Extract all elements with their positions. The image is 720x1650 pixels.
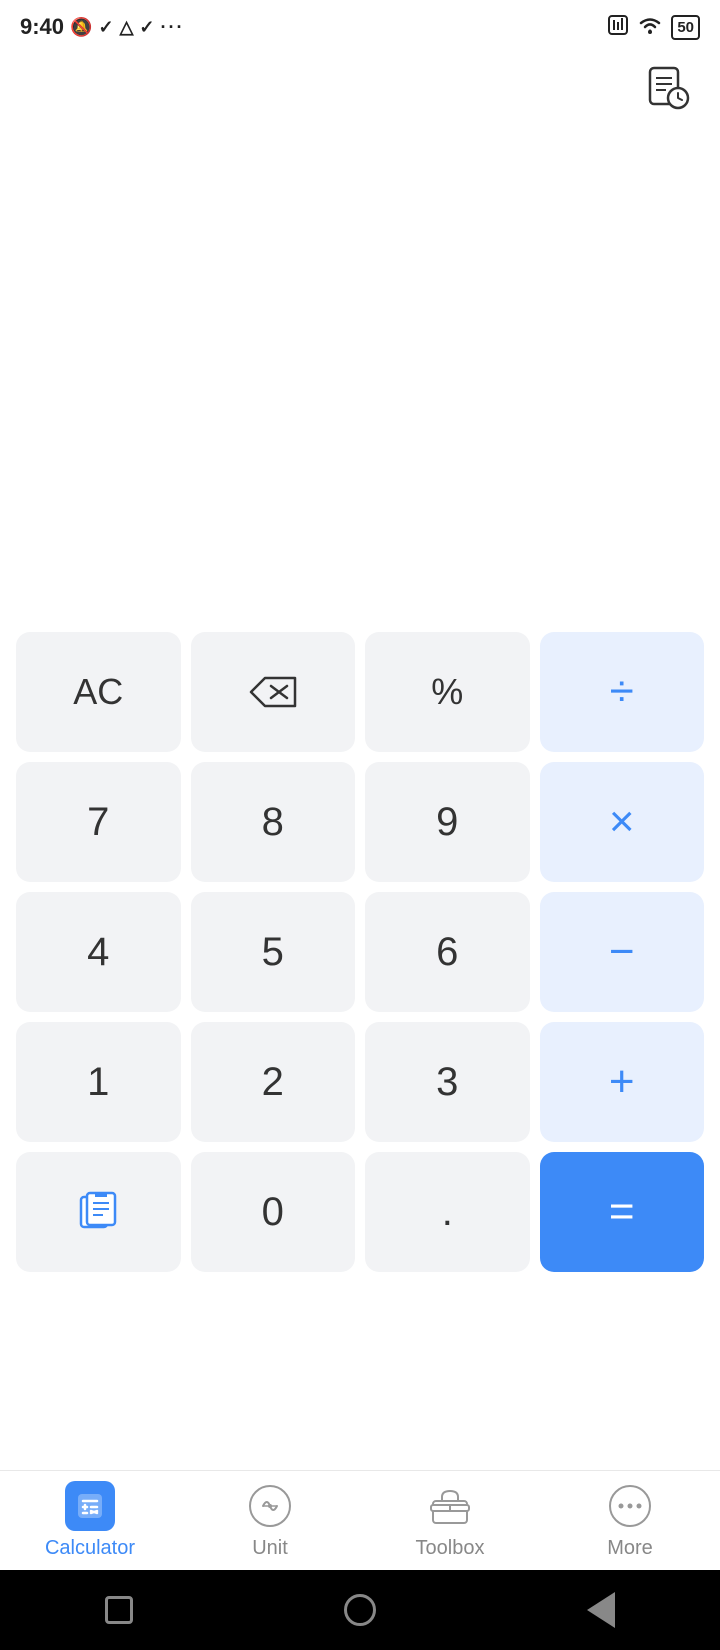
nav-label-unit: Unit (252, 1537, 288, 1560)
vibrate-icon: 🔕 (70, 17, 92, 38)
key-equals[interactable]: = (540, 1152, 705, 1272)
keypad-row-4: 1 2 3 + (16, 1022, 704, 1142)
keypad-row-5: 0 . = (16, 1152, 704, 1272)
toolbox-nav-icon (425, 1481, 475, 1531)
key-4[interactable]: 4 (16, 892, 181, 1012)
keypad-row-2: 7 8 9 × (16, 762, 704, 882)
key-minus[interactable]: − (540, 892, 705, 1012)
wifi-icon (637, 15, 663, 40)
nav-label-more: More (607, 1537, 653, 1560)
battery-indicator: 50 (671, 15, 700, 40)
nav-label-toolbox: Toolbox (416, 1537, 485, 1560)
unit-nav-icon (245, 1481, 295, 1531)
key-ac[interactable]: AC (16, 632, 181, 752)
android-nav-bar (0, 1570, 720, 1650)
keypad-row-1: AC % ÷ (16, 632, 704, 752)
status-right: 50 (607, 14, 700, 41)
key-dot[interactable]: . (365, 1152, 530, 1272)
key-divide[interactable]: ÷ (540, 632, 705, 752)
key-plus[interactable]: + (540, 1022, 705, 1142)
battery-level: 50 (677, 19, 694, 36)
nav-item-unit[interactable]: Unit (180, 1471, 360, 1570)
key-3[interactable]: 3 (365, 1022, 530, 1142)
key-multiply[interactable]: × (540, 762, 705, 882)
android-recents-button[interactable] (105, 1596, 133, 1624)
key-6[interactable]: 6 (365, 892, 530, 1012)
shape-icon: △ (120, 17, 134, 38)
check-icon-2: ✓ (139, 17, 154, 38)
key-percent[interactable]: % (365, 632, 530, 752)
android-home-button[interactable] (344, 1594, 376, 1626)
key-9[interactable]: 9 (365, 762, 530, 882)
status-time: 9:40 (20, 14, 64, 40)
key-8[interactable]: 8 (191, 762, 356, 882)
keypad: AC % ÷ 7 8 9 × 4 5 6 − 1 2 3 + (0, 616, 720, 1272)
display-area (0, 116, 720, 616)
status-bar: 9:40 🔕 ✓ △ ✓ ··· 50 (0, 0, 720, 50)
top-icons-area (0, 50, 720, 116)
status-left: 9:40 🔕 ✓ △ ✓ ··· (20, 14, 184, 40)
key-0[interactable]: 0 (191, 1152, 356, 1272)
more-dots-icon: ··· (161, 17, 185, 38)
key-7[interactable]: 7 (16, 762, 181, 882)
more-nav-icon (605, 1481, 655, 1531)
bottom-nav: Calculator Unit Toolbox (0, 1470, 720, 1570)
sim-icon (607, 14, 629, 41)
calculator-nav-icon (65, 1481, 115, 1531)
key-backspace[interactable] (191, 632, 356, 752)
nav-label-calculator: Calculator (45, 1537, 135, 1560)
android-back-button[interactable] (587, 1592, 615, 1628)
nav-item-calculator[interactable]: Calculator (0, 1471, 180, 1570)
keypad-row-3: 4 5 6 − (16, 892, 704, 1012)
key-1[interactable]: 1 (16, 1022, 181, 1142)
history-icon-button[interactable] (640, 60, 696, 116)
check-icon-1: ✓ (98, 17, 113, 38)
key-2[interactable]: 2 (191, 1022, 356, 1142)
key-5[interactable]: 5 (191, 892, 356, 1012)
nav-item-more[interactable]: More (540, 1471, 720, 1570)
nav-item-toolbox[interactable]: Toolbox (360, 1471, 540, 1570)
key-paste[interactable] (16, 1152, 181, 1272)
